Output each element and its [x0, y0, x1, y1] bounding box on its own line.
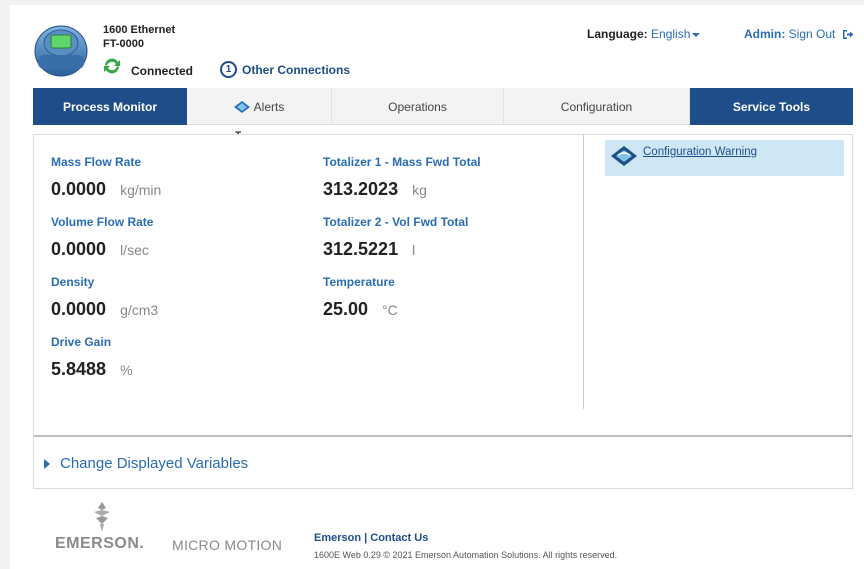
value-unit: kg	[412, 182, 427, 198]
device-tag: FT-0000	[103, 38, 144, 50]
value-number: 312.5221	[323, 239, 399, 259]
totalizer1-value: 313.2023 kg	[323, 179, 427, 200]
other-connections-link[interactable]: 1 Other Connections	[220, 61, 350, 78]
process-monitor-panel: Mass Flow Rate 0.0000 kg/min Volume Flow…	[33, 134, 853, 489]
device-name: 1600 Ethernet	[103, 24, 176, 36]
chevron-right-icon	[44, 458, 50, 469]
emerson-brand: EMERSON.	[55, 535, 145, 552]
totalizer2-label: Totalizer 2 - Vol Fwd Total	[323, 215, 469, 229]
value-number: 0.0000	[51, 299, 107, 319]
temperature-value: 25.00 °C	[323, 299, 398, 320]
configuration-warning-link[interactable]: Configuration Warning	[643, 146, 757, 158]
density-label: Density	[51, 275, 95, 289]
connection-status: Connected	[131, 64, 194, 78]
value-unit: l/sec	[120, 242, 149, 258]
change-displayed-variables-label: Change Displayed Variables	[60, 455, 249, 472]
signout-label: Sign Out	[788, 27, 836, 41]
value-unit: %	[120, 362, 133, 378]
value-unit: kg/min	[120, 182, 162, 198]
language-value: English	[651, 27, 691, 41]
tab-alerts[interactable]: Alerts	[187, 88, 332, 125]
micromotion-brand: MICRO MOTION	[172, 537, 283, 553]
connection-count-badge: 1	[220, 61, 237, 78]
language-label: Language:	[587, 27, 648, 41]
value-unit: g/cm3	[120, 302, 159, 318]
value-number: 5.8488	[51, 359, 107, 379]
tab-configuration[interactable]: Configuration	[504, 88, 690, 125]
temperature-label: Temperature	[323, 275, 395, 289]
mass-flow-label: Mass Flow Rate	[51, 155, 142, 169]
value-unit: l	[412, 242, 416, 258]
configuration-warning-alert: Configuration Warning	[605, 140, 844, 176]
footer-links[interactable]: Emerson | Contact Us	[314, 532, 428, 544]
density-value: 0.0000 g/cm3	[51, 299, 158, 320]
volume-flow-value: 0.0000 l/sec	[51, 239, 149, 260]
connected-refresh-icon	[104, 58, 120, 74]
tab-label: Service Tools	[732, 99, 811, 114]
value-number: 25.00	[323, 299, 369, 319]
footer-copyright: 1600E Web 0.29 © 2021 Emerson Automation…	[314, 550, 618, 560]
tab-operations[interactable]: Operations	[332, 88, 504, 125]
mass-flow-value: 0.0000 kg/min	[51, 179, 161, 200]
admin-signout-link[interactable]: Admin: Sign Out	[744, 27, 854, 41]
totalizer2-value: 312.5221 l	[323, 239, 415, 260]
main-tab-bar: Process Monitor Alerts Operations Config…	[33, 88, 853, 125]
alert-icon	[611, 146, 637, 166]
language-selector[interactable]: Language: English	[587, 27, 701, 41]
alert-icon	[233, 100, 250, 113]
tab-process-monitor[interactable]: Process Monitor	[33, 88, 187, 125]
value-unit: °C	[382, 302, 398, 318]
other-connections-label: Other Connections	[242, 62, 351, 77]
section-divider	[34, 435, 852, 437]
drive-gain-label: Drive Gain	[51, 335, 112, 349]
volume-flow-label: Volume Flow Rate	[51, 215, 154, 229]
totalizer1-label: Totalizer 1 - Mass Fwd Total	[323, 155, 481, 169]
value-number: 313.2023	[323, 179, 399, 199]
sign-out-icon	[842, 30, 854, 40]
page: 1600 Ethernet FT-0000 Connected 1 Other …	[10, 5, 864, 569]
value-number: 0.0000	[51, 239, 107, 259]
admin-label: Admin:	[744, 27, 786, 41]
column-divider	[583, 135, 584, 409]
change-displayed-variables-toggle[interactable]: Change Displayed Variables	[44, 455, 248, 472]
transmitter-device-icon	[34, 25, 88, 77]
tab-label: Operations	[388, 99, 447, 114]
tab-label: Process Monitor	[62, 99, 158, 114]
drive-gain-value: 5.8488 %	[51, 359, 133, 380]
tab-label: Configuration	[560, 99, 633, 114]
emerson-logo-icon	[94, 502, 110, 532]
value-number: 0.0000	[51, 179, 107, 199]
tab-label: Alerts	[253, 99, 285, 114]
tab-service-tools[interactable]: Service Tools	[690, 88, 853, 125]
chevron-down-icon	[692, 32, 701, 37]
